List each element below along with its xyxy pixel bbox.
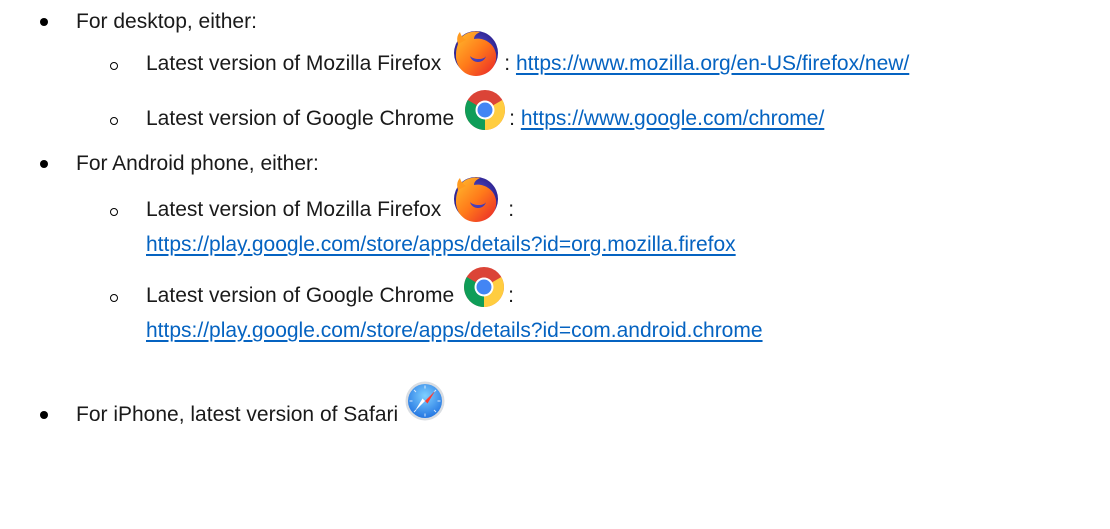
android-firefox-link[interactable]: https://play.google.com/store/apps/detai… (146, 233, 736, 257)
android-firefox-label: Latest version of Mozilla Firefox (146, 198, 442, 221)
android-firefox-row: Latest version of Mozilla Firefox : (146, 177, 515, 227)
bullet-android-firefox (110, 208, 118, 216)
android-heading: For Android phone, either: (76, 152, 319, 175)
bullet-android (40, 160, 48, 168)
desktop-chrome-link[interactable]: https://www.google.com/chrome/ (521, 107, 824, 131)
chrome-icon (462, 265, 506, 315)
bullet-desktop-firefox (110, 62, 118, 70)
desktop-chrome-sep: : (509, 107, 521, 130)
android-heading-row: For Android phone, either: (76, 147, 319, 181)
desktop-firefox-sep: : (504, 52, 516, 75)
bullet-android-chrome (110, 294, 118, 302)
desktop-chrome-row: Latest version of Google Chrome : https:… (146, 90, 824, 136)
firefox-icon (450, 172, 502, 230)
android-firefox-sep: : (508, 198, 515, 221)
desktop-firefox-row: Latest version of Mozilla Firefox : http… (146, 31, 909, 81)
android-chrome-label: Latest version of Google Chrome (146, 284, 455, 307)
iphone-label: For iPhone, latest version of Safari (76, 403, 399, 426)
desktop-chrome-label: Latest version of Google Chrome (146, 107, 455, 130)
android-firefox-url-row: https://play.google.com/store/apps/detai… (146, 228, 736, 262)
chrome-icon (463, 88, 507, 138)
desktop-heading: For desktop, either: (76, 10, 257, 33)
firefox-icon (450, 26, 502, 84)
desktop-heading-row: For desktop, either: (76, 5, 257, 39)
safari-icon (404, 380, 446, 428)
android-chrome-link[interactable]: https://play.google.com/store/apps/detai… (146, 319, 763, 343)
android-chrome-url-row: https://play.google.com/store/apps/detai… (146, 314, 763, 348)
desktop-firefox-label: Latest version of Mozilla Firefox (146, 52, 442, 75)
android-chrome-row: Latest version of Google Chrome : (146, 267, 515, 313)
bullet-iphone (40, 411, 48, 419)
android-chrome-sep: : (508, 284, 515, 307)
bullet-desktop (40, 18, 48, 26)
desktop-firefox-link[interactable]: https://www.mozilla.org/en-US/firefox/ne… (516, 52, 909, 76)
iphone-row: For iPhone, latest version of Safari (76, 381, 446, 432)
bullet-desktop-chrome (110, 117, 118, 125)
